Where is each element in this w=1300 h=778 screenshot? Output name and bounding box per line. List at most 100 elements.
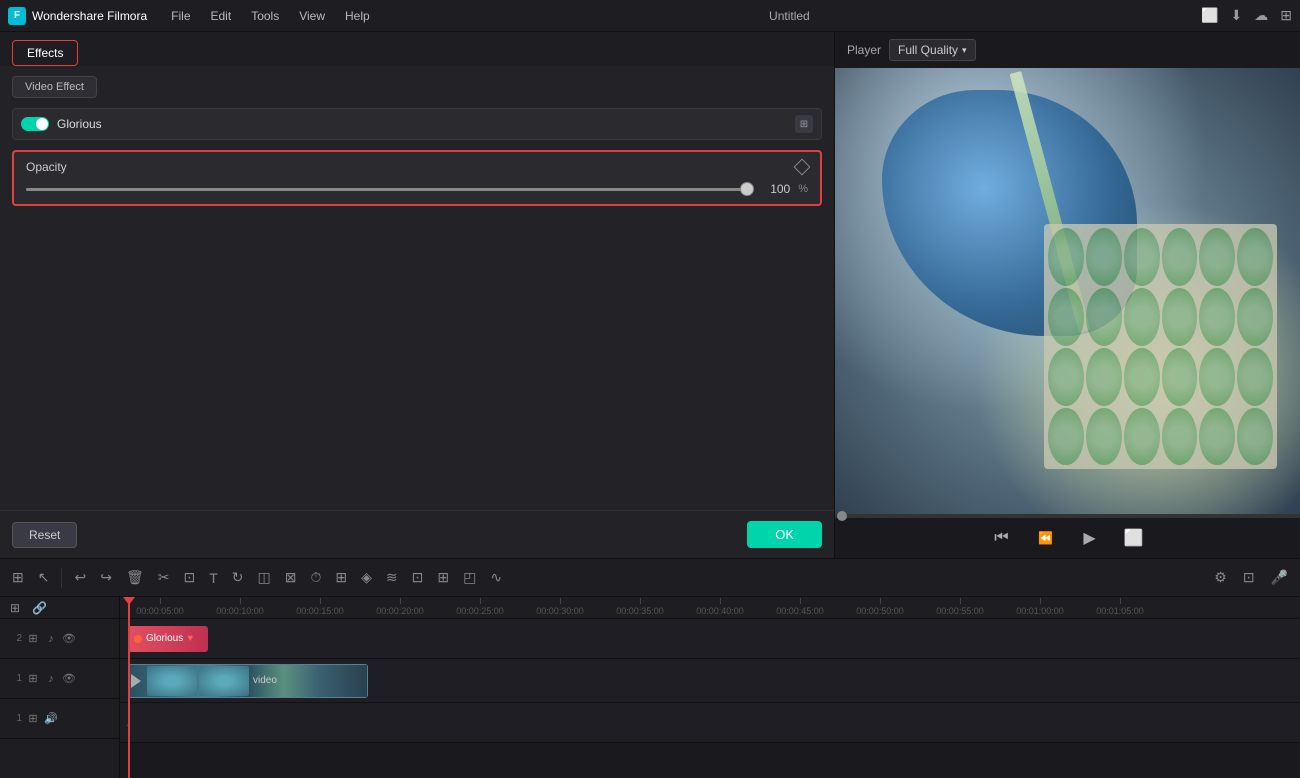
tl-camera-icon[interactable]: ⊞: [433, 567, 453, 588]
menu-edit[interactable]: Edit: [203, 7, 240, 25]
tl-text-icon[interactable]: T: [205, 568, 222, 588]
play-button[interactable]: ▶: [1078, 526, 1102, 550]
grid-icon[interactable]: ⊞: [1280, 7, 1292, 24]
ruler-mark-6: 00:00:35:00: [600, 598, 680, 616]
tl-clock-icon[interactable]: ⏱: [306, 567, 325, 588]
tl-link-icon[interactable]: 🔗: [28, 599, 51, 617]
cloud-icon[interactable]: ☁: [1254, 7, 1268, 24]
tl-crop-icon[interactable]: ⊡: [179, 567, 199, 588]
video-scene: [835, 68, 1300, 514]
ruler-time-2: 00:00:15:00: [296, 606, 344, 616]
well-19: [1048, 408, 1084, 466]
progress-indicator[interactable]: [837, 511, 847, 521]
ruler-tick-2: [320, 598, 321, 604]
track-controls: 2 ⊞ ♪ 👁 1 ⊞ ♪ 👁 1 ⊞ 🔊: [0, 619, 119, 778]
fullscreen-button[interactable]: ⬜: [1122, 526, 1146, 550]
monitor-icon[interactable]: ⬜: [1201, 7, 1218, 24]
video-clip-label: video: [251, 673, 279, 688]
well-18: [1237, 348, 1273, 406]
ruler-time-3: 00:00:20:00: [376, 606, 424, 616]
track-eye-icon-2[interactable]: 👁: [62, 632, 76, 645]
tl-detach-icon[interactable]: ⊡: [408, 567, 428, 588]
chevron-down-icon: ▾: [962, 45, 967, 56]
ruler-tick-1: [240, 598, 241, 604]
quality-dropdown[interactable]: Full Quality ▾: [889, 39, 976, 61]
heart-icon: ♥: [187, 633, 193, 644]
track-audio-icon-2[interactable]: ♪: [44, 633, 58, 645]
track-eye-icon-1[interactable]: 👁: [62, 672, 76, 685]
clip-orange-dot: [134, 635, 142, 643]
opacity-keyframe-diamond[interactable]: [794, 159, 811, 176]
menu-tools[interactable]: Tools: [243, 7, 287, 25]
track-audio-icon-1[interactable]: ♪: [44, 673, 58, 685]
track-vol-icon[interactable]: 🔊: [44, 712, 58, 725]
effect-track-bg: [120, 619, 1300, 658]
menu-view[interactable]: View: [291, 7, 333, 25]
player-label: Player: [847, 43, 881, 57]
timeline-tracks: Glorious ♥: [120, 619, 1300, 778]
ruler-time-4: 00:00:25:00: [456, 606, 504, 616]
effect-clip-label: Glorious: [146, 633, 183, 644]
tl-delete-icon[interactable]: 🗑: [122, 567, 148, 588]
well-9: [1124, 288, 1160, 346]
tl-grid-icon[interactable]: ⊞: [8, 567, 28, 588]
well-3: [1124, 228, 1160, 286]
download-icon[interactable]: ⬇: [1231, 7, 1243, 24]
tl-wave-icon[interactable]: ∿: [486, 567, 506, 588]
tl-settings-icon[interactable]: ⚙: [1210, 567, 1231, 588]
effect-info-button[interactable]: ⊞: [795, 115, 813, 133]
tl-bookmark-icon[interactable]: ⊡: [1239, 567, 1259, 588]
tl-expand-icon[interactable]: ⊞: [331, 567, 351, 588]
video-effect-button[interactable]: Video Effect: [12, 76, 97, 98]
tl-rotate-icon[interactable]: ↻: [228, 567, 248, 588]
step-back-button[interactable]: ⏮: [990, 526, 1014, 550]
track-audio-add-icon[interactable]: ⊞: [26, 712, 40, 725]
ruler-tick-0: [160, 598, 161, 604]
menu-help[interactable]: Help: [337, 7, 378, 25]
panel-tabs: Effects: [0, 32, 834, 66]
effect-track: Glorious ♥: [120, 619, 1300, 659]
tl-transform-icon[interactable]: ⊠: [281, 567, 301, 588]
ruler-time-0: 00:00:05:00: [136, 606, 184, 616]
effect-clip[interactable]: Glorious ♥: [128, 626, 208, 652]
topbar-icons: ⬜ ⬇ ☁ ⊞: [1201, 7, 1292, 24]
player-controls: ⏮ ⏪ ▶ ⬜: [835, 518, 1300, 558]
opacity-slider-thumb[interactable]: [740, 182, 754, 196]
frame-back-button[interactable]: ⏪: [1034, 526, 1058, 550]
tl-add-track-icon[interactable]: ⊞: [6, 599, 24, 617]
tl-audio-icon[interactable]: ≋: [382, 567, 402, 588]
opacity-unit: %: [798, 183, 808, 195]
tl-group-icon[interactable]: ◰: [459, 567, 480, 588]
ruler-mark-7: 00:00:40:00: [680, 598, 760, 616]
menu-file[interactable]: File: [163, 7, 198, 25]
video-clip[interactable]: video: [128, 664, 368, 698]
tl-speed-icon[interactable]: ◈: [357, 567, 376, 588]
tl-undo-icon[interactable]: ↩: [70, 567, 90, 588]
ok-button[interactable]: OK: [747, 521, 822, 548]
ruler-mark-1: 00:00:10:00: [200, 598, 280, 616]
video-thumb-1: [147, 666, 197, 696]
opacity-header: Opacity: [26, 160, 808, 174]
player-progress-bar[interactable]: [835, 514, 1300, 518]
opacity-panel: Opacity 100 %: [12, 150, 822, 206]
reset-button[interactable]: Reset: [12, 522, 77, 548]
ruler-tick-3: [400, 598, 401, 604]
tl-redo-icon[interactable]: ↪: [96, 567, 116, 588]
ruler-mark-10: 00:00:55:00: [920, 598, 1000, 616]
video-thumb-inner-2: [199, 666, 249, 696]
well-20: [1086, 408, 1122, 466]
track-ctrl-2: 2 ⊞ ♪ 👁: [0, 619, 119, 659]
main-content: Effects Video Effect Glorious ⊞ Opacity: [0, 32, 1300, 558]
track-add-icon-1[interactable]: ⊞: [26, 672, 40, 685]
tl-pointer-icon[interactable]: ↖: [34, 567, 54, 588]
audio-track: ♪: [120, 703, 1300, 743]
tl-cut-icon[interactable]: ✂: [154, 567, 174, 588]
opacity-slider[interactable]: [26, 188, 752, 191]
tl-overlay-icon[interactable]: ◫: [253, 567, 274, 588]
opacity-value: 100: [760, 182, 790, 196]
tl-mic-icon[interactable]: 🎤: [1267, 567, 1292, 588]
effect-toggle[interactable]: [21, 117, 49, 131]
track-add-icon-2[interactable]: ⊞: [26, 632, 40, 645]
quality-label: Full Quality: [898, 43, 958, 57]
tab-effects[interactable]: Effects: [12, 40, 78, 66]
